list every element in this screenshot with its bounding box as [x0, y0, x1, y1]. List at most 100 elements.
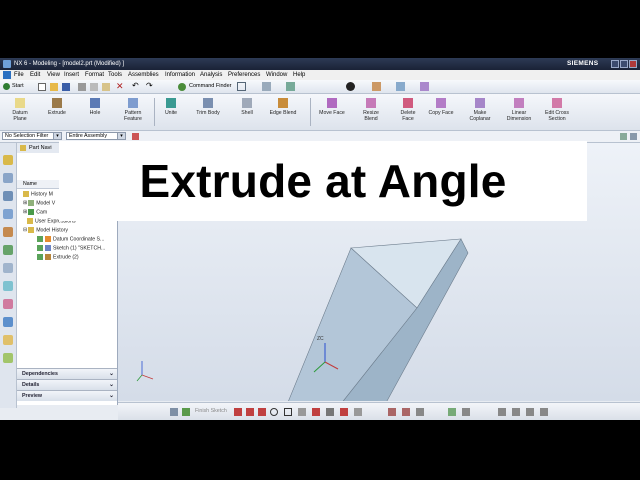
- convert-reference-icon[interactable]: [526, 408, 534, 416]
- edge-blend-tool[interactable]: Edge Blend: [266, 98, 300, 116]
- save-icon[interactable]: [62, 83, 70, 91]
- dependencies-panel[interactable]: Dependencies ⌄: [17, 368, 117, 379]
- auto-constrain-icon[interactable]: [498, 408, 506, 416]
- alternate-solution-icon[interactable]: [540, 408, 548, 416]
- view-options-icon[interactable]: [630, 133, 637, 140]
- tree-item-datum-csys[interactable]: Datum Coordinate S...: [37, 236, 104, 243]
- menu-edit[interactable]: Edit: [30, 70, 40, 80]
- rotate-icon[interactable]: [286, 82, 295, 91]
- open-folder-icon[interactable]: [50, 83, 58, 91]
- line-icon[interactable]: [246, 408, 254, 416]
- menu-view[interactable]: View: [47, 70, 60, 80]
- studio-spline-icon[interactable]: [312, 408, 320, 416]
- resize-blend-tool[interactable]: Resize Blend: [358, 98, 384, 122]
- layer-icon[interactable]: [396, 82, 405, 91]
- edit-cross-section-tool[interactable]: Edit Cross Section: [540, 98, 574, 122]
- orient-view-icon[interactable]: [372, 82, 381, 91]
- assembly-navigator-icon[interactable]: [3, 173, 13, 183]
- menu-assemblies[interactable]: Assemblies: [128, 70, 159, 80]
- selection-mode-icon[interactable]: [132, 133, 139, 140]
- web-browser-icon[interactable]: [3, 245, 13, 255]
- menu-tools[interactable]: Tools: [108, 70, 122, 80]
- unite-tool[interactable]: Unite: [160, 98, 182, 116]
- manufacturing-wizard-icon[interactable]: [3, 299, 13, 309]
- quick-extend-icon[interactable]: [388, 408, 396, 416]
- circle-icon[interactable]: [270, 408, 278, 416]
- constraint-navigator-icon[interactable]: [3, 191, 13, 201]
- maximize-button[interactable]: [620, 60, 628, 68]
- reuse-library-icon[interactable]: [3, 209, 13, 219]
- fit-view-icon[interactable]: [237, 82, 246, 91]
- point-icon[interactable]: [326, 408, 334, 416]
- close-button[interactable]: [629, 60, 637, 68]
- menu-insert[interactable]: Insert: [64, 70, 79, 80]
- tree-item-cameras[interactable]: ⊞ Cam: [23, 209, 47, 216]
- roles-icon[interactable]: [3, 317, 13, 327]
- finish-sketch-label[interactable]: Finish Sketch: [195, 408, 227, 414]
- checkbox-checked-icon[interactable]: [37, 254, 43, 260]
- render-style-icon[interactable]: [346, 82, 355, 91]
- checkbox-checked-icon[interactable]: [37, 236, 43, 242]
- redo-icon[interactable]: ↷: [146, 81, 153, 90]
- palette-icon[interactable]: [3, 353, 13, 363]
- menu-analysis[interactable]: Analysis: [200, 70, 222, 80]
- linear-dimension-tool[interactable]: Linear Dimension: [502, 98, 536, 122]
- offset-curve-icon[interactable]: [354, 408, 362, 416]
- make-corner-icon[interactable]: [402, 408, 410, 416]
- extrude-tool[interactable]: Extrude: [44, 98, 70, 116]
- tree-item-model-views[interactable]: ⊞ Model V: [23, 200, 55, 207]
- selection-filter-dropdown[interactable]: No Selection Filter ▾: [2, 132, 62, 140]
- tree-item-extrude[interactable]: Extrude (2): [37, 254, 79, 261]
- pattern-feature-tool[interactable]: Pattern Feature: [118, 98, 148, 122]
- checkbox-checked-icon[interactable]: [37, 245, 43, 251]
- sketch-icon[interactable]: [170, 408, 178, 416]
- menu-format[interactable]: Format: [85, 70, 104, 80]
- datum-plane-tool[interactable]: Datum Plane: [6, 98, 34, 122]
- rectangle-icon[interactable]: [284, 408, 292, 416]
- new-file-icon[interactable]: [38, 83, 46, 91]
- paste-icon[interactable]: [102, 83, 110, 91]
- tree-item-sketch[interactable]: Sketch (1) "SKETCH...: [37, 245, 105, 252]
- column-name[interactable]: Name: [23, 180, 37, 188]
- part-navigator-icon[interactable]: [3, 155, 13, 165]
- hole-tool[interactable]: Hole: [84, 98, 106, 116]
- copy-icon[interactable]: [90, 83, 98, 91]
- hd3d-tools-icon[interactable]: [3, 227, 13, 237]
- command-finder-button[interactable]: Command Finder: [189, 83, 232, 89]
- minimize-button[interactable]: [611, 60, 619, 68]
- history-icon[interactable]: [3, 263, 13, 273]
- tree-item-history-mode[interactable]: History M: [23, 191, 53, 198]
- menu-preferences[interactable]: Preferences: [228, 70, 260, 80]
- menu-window[interactable]: Window: [266, 70, 287, 80]
- shell-tool[interactable]: Shell: [236, 98, 258, 116]
- finish-sketch-icon[interactable]: [182, 408, 190, 416]
- copy-face-tool[interactable]: Copy Face: [426, 98, 456, 116]
- details-panel[interactable]: Details ⌄: [17, 379, 117, 390]
- trim-body-tool[interactable]: Trim Body: [192, 98, 224, 116]
- start-button[interactable]: Start: [12, 83, 24, 89]
- zoom-icon[interactable]: [262, 82, 271, 91]
- system-scenes-icon[interactable]: [3, 335, 13, 345]
- constraints-icon[interactable]: [462, 408, 470, 416]
- profile-icon[interactable]: [234, 408, 242, 416]
- wcs-icon[interactable]: [420, 82, 429, 91]
- arc-icon[interactable]: [258, 408, 266, 416]
- preview-panel[interactable]: Preview ⌄: [17, 390, 117, 401]
- delete-icon[interactable]: ✕: [116, 81, 124, 92]
- menu-help[interactable]: Help: [293, 70, 305, 80]
- quick-trim-icon[interactable]: [340, 408, 348, 416]
- tree-item-model-history[interactable]: ⊟ Model History: [23, 227, 68, 234]
- mirror-curve-icon[interactable]: [416, 408, 424, 416]
- process-studio-icon[interactable]: [3, 281, 13, 291]
- make-coplanar-tool[interactable]: Make Coplanar: [464, 98, 496, 122]
- move-face-tool[interactable]: Move Face: [316, 98, 348, 116]
- inferred-dimension-icon[interactable]: [448, 408, 456, 416]
- snap-point-icon[interactable]: [620, 133, 627, 140]
- menu-file[interactable]: File: [14, 70, 24, 80]
- cut-icon[interactable]: [78, 83, 86, 91]
- fillet-icon[interactable]: [298, 408, 306, 416]
- undo-icon[interactable]: ↶: [132, 81, 139, 90]
- show-constraints-icon[interactable]: [512, 408, 520, 416]
- delete-face-tool[interactable]: Delete Face: [396, 98, 420, 122]
- scope-dropdown[interactable]: Entire Assembly ▾: [66, 132, 126, 140]
